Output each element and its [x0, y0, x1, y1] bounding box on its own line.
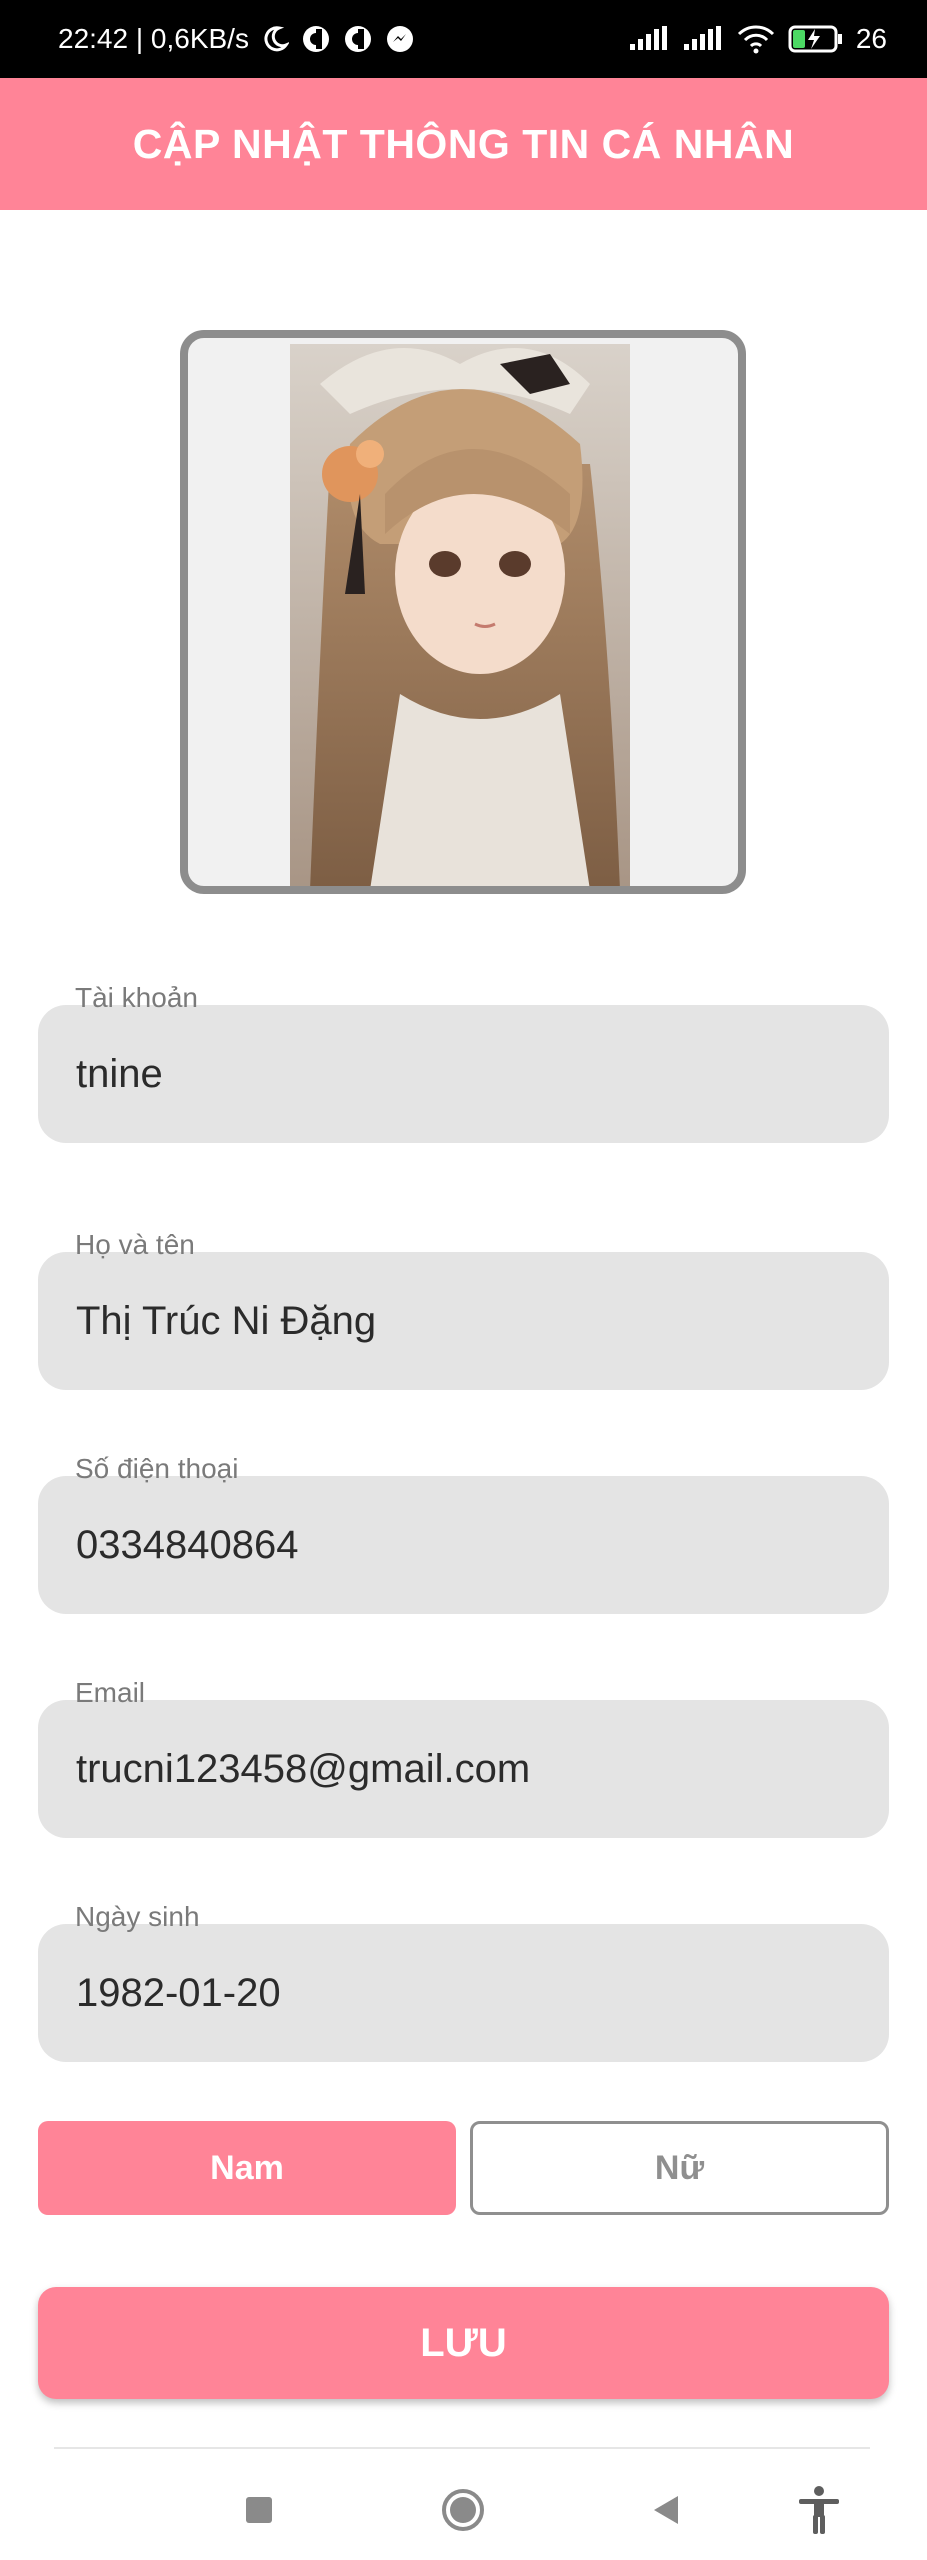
full-name-value: Thị Trúc Ni Đặng — [76, 1298, 377, 1343]
back-button[interactable] — [636, 2482, 696, 2542]
battery-charging-icon — [788, 24, 844, 54]
email-label: Email — [75, 1677, 146, 1708]
nav-divider — [54, 2447, 870, 2449]
home-button[interactable] — [433, 2482, 493, 2542]
page-title: CẬP NHẬT THÔNG TIN CÁ NHÂN — [132, 120, 795, 167]
accessibility-button[interactable] — [789, 2482, 849, 2542]
status-bar: 22:42 | 0,6KB/s 26 — [0, 0, 927, 78]
save-button[interactable]: LƯU — [38, 2287, 889, 2399]
phone-field[interactable]: 0334840864 — [38, 1476, 889, 1614]
birthdate-label: Ngày sinh — [75, 1901, 200, 1932]
email-field[interactable]: trucni123458@gmail.com — [38, 1700, 889, 1838]
birthdate-field[interactable]: 1982-01-20 — [38, 1924, 889, 2062]
phone-label: Số điện thoại — [75, 1453, 239, 1484]
signal-icon — [628, 26, 670, 52]
phone-value: 0334840864 — [76, 1522, 299, 1567]
moon-icon — [261, 25, 289, 53]
username-label: Tài khoản — [75, 982, 198, 1013]
gender-male-button[interactable]: Nam — [38, 2121, 456, 2215]
email-value: trucni123458@gmail.com — [76, 1746, 531, 1791]
accessibility-icon — [797, 2485, 841, 2540]
recents-button[interactable] — [229, 2482, 289, 2542]
status-time: 22:42 | 0,6KB/s — [58, 23, 249, 54]
app-notification-icon — [343, 24, 373, 54]
full-name-label: Họ và tên — [75, 1229, 195, 1260]
status-bar-left: 22:42 | 0,6KB/s — [58, 23, 415, 55]
system-nav-bar — [0, 2452, 927, 2560]
home-circle-icon — [441, 2488, 485, 2537]
app-bar: CẬP NHẬT THÔNG TIN CÁ NHÂN — [0, 78, 927, 210]
profile-photo — [290, 344, 630, 886]
avatar[interactable] — [180, 330, 746, 894]
full-name-field[interactable]: Thị Trúc Ni Đặng — [38, 1252, 889, 1390]
square-icon — [244, 2495, 274, 2530]
gender-female-button[interactable]: Nữ — [470, 2121, 889, 2215]
signal-icon — [682, 26, 724, 52]
birthdate-value: 1982-01-20 — [76, 1970, 281, 2015]
wifi-icon — [736, 24, 776, 54]
messenger-icon — [385, 24, 415, 54]
status-bar-right: 26 — [628, 23, 887, 55]
app-notification-icon — [301, 24, 331, 54]
username-value: tnine — [76, 1051, 163, 1096]
username-field[interactable]: tnine — [38, 1005, 889, 1143]
battery-level: 26 — [855, 23, 887, 54]
back-triangle-icon — [650, 2494, 682, 2531]
